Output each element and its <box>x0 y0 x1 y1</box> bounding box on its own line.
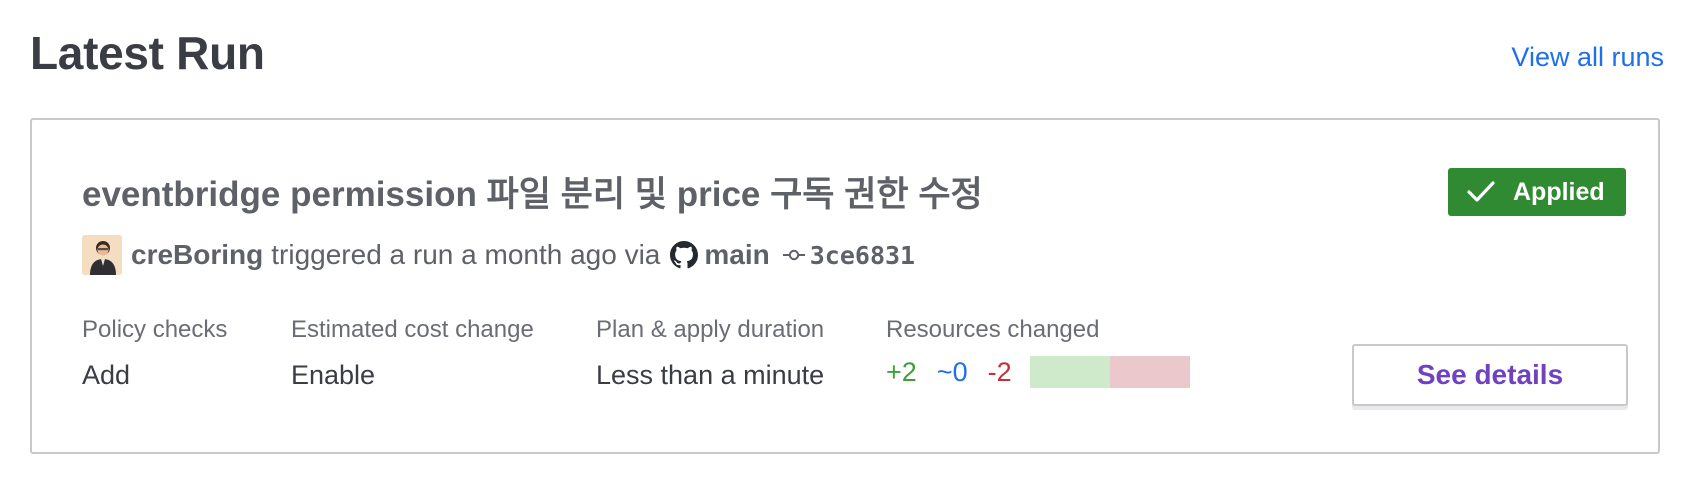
status-badge: Applied <box>1448 168 1626 216</box>
resources-label: Resources changed <box>886 316 1100 343</box>
duration-label: Plan & apply duration <box>596 316 825 343</box>
branch-name[interactable]: main <box>704 239 769 271</box>
github-icon <box>670 241 699 269</box>
user-avatar[interactable] <box>82 235 122 275</box>
page-title: Latest Run <box>30 27 265 79</box>
resources-bar <box>1029 356 1190 388</box>
run-action-text: triggered a run a month ago via <box>271 239 661 270</box>
run-meta: creBoring triggered a run a month ago vi… <box>82 234 915 276</box>
stat-duration: Plan & apply duration Less than a minute <box>596 316 824 391</box>
stat-policy-checks: Policy checks Add <box>82 316 227 391</box>
resources-destroyed: -2 <box>987 356 1012 387</box>
cost-change-value: Enable <box>291 360 376 390</box>
resources-bar-destroyed <box>1109 356 1190 388</box>
cost-change-label: Estimated cost change <box>291 316 534 343</box>
run-user[interactable]: creBoring <box>131 239 263 271</box>
stat-resources-changed: Resources changed +2 ~0 -2 <box>886 316 1190 388</box>
latest-run-header: Latest Run View all runs <box>30 22 1664 92</box>
status-label: Applied <box>1513 177 1605 206</box>
policy-checks-value: Add <box>82 360 131 390</box>
commit-sha[interactable]: 3ce6831 <box>810 241 915 270</box>
checkmark-icon <box>1467 181 1495 202</box>
resources-bar-added <box>1029 356 1110 388</box>
view-all-runs-link[interactable]: View all runs <box>1511 42 1664 73</box>
duration-value: Less than a minute <box>596 360 825 390</box>
latest-run-card: eventbridge permission 파일 분리 및 price 구독 … <box>30 118 1660 454</box>
resources-added: +2 <box>886 356 917 387</box>
resources-changed-count: ~0 <box>936 356 968 387</box>
policy-checks-label: Policy checks <box>82 316 228 343</box>
see-details-button[interactable]: See details <box>1352 344 1628 406</box>
git-commit-icon <box>782 249 805 261</box>
run-title[interactable]: eventbridge permission 파일 분리 및 price 구독 … <box>82 166 983 217</box>
resources-row: +2 ~0 -2 <box>886 356 1190 388</box>
stat-cost-change: Estimated cost change Enable <box>291 316 534 391</box>
